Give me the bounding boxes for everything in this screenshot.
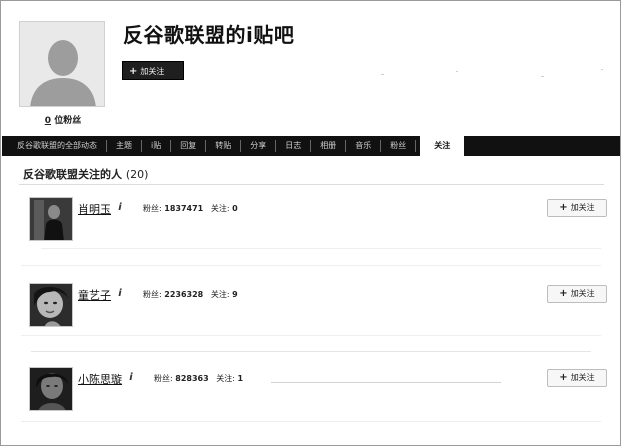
profile-avatar[interactable] [19, 21, 105, 107]
default-avatar-icon [20, 22, 104, 106]
scan-speck [541, 76, 544, 77]
fans-stat-label: 粉丝: [143, 290, 162, 299]
user-stats: 粉丝: 828363 关注: 1 [154, 373, 243, 384]
user-name-link[interactable]: 小陈思璇 [78, 371, 122, 387]
follow-user-button[interactable]: + 加关注 [547, 369, 607, 387]
divider [41, 248, 601, 249]
nav-item-topics[interactable]: 主题 [107, 140, 142, 152]
follow-user-button[interactable]: + 加关注 [547, 199, 607, 217]
user-avatar[interactable] [29, 197, 73, 241]
fans-stat-label: 粉丝: [154, 374, 173, 383]
follow-user-label: 加关注 [570, 373, 595, 382]
user-name-link[interactable]: 肖明玉 [78, 201, 111, 217]
nav-item-all-activity[interactable]: 反谷歌联盟的全部动态 [8, 140, 107, 152]
follow-user-label: 加关注 [570, 289, 595, 298]
plus-icon: + [559, 202, 568, 213]
list-item: 童艺子 i 粉丝: 2236328 关注: 9 + 加关注 [29, 283, 609, 329]
following-stat-value: 1 [237, 374, 244, 383]
scan-speck [601, 69, 603, 70]
info-icon[interactable]: i [115, 288, 125, 299]
fans-stat-value: 2236328 [164, 290, 204, 299]
info-icon[interactable]: i [115, 202, 125, 213]
nav-item-replies[interactable]: 回复 [171, 140, 207, 152]
divider [271, 382, 501, 383]
following-stat-label: 关注: [216, 374, 235, 383]
fans-label: 位粉丝 [54, 116, 82, 126]
plus-icon: + [559, 372, 568, 383]
page-frame: 0 位粉丝 反谷歌联盟的i贴吧 + 加关注 反谷歌联盟的全部动态 主题 i贴 回复… [0, 0, 621, 446]
nav-item-albums[interactable]: 相册 [311, 140, 347, 152]
nav-item-music[interactable]: 音乐 [346, 140, 382, 152]
follow-button[interactable]: + 加关注 [122, 61, 184, 80]
fans-stat-label: 粉丝: [143, 204, 162, 213]
section-title-text: 反谷歌联盟关注的人 [23, 168, 122, 181]
following-stat-label: 关注: [210, 290, 230, 299]
fans-stat-value: 1837471 [164, 204, 204, 213]
divider [19, 184, 604, 185]
scan-speck [456, 71, 458, 72]
following-stat-value: 9 [232, 290, 238, 299]
nav-item-reposts[interactable]: 转贴 [206, 140, 242, 152]
nav-item-i-posts[interactable]: i贴 [142, 140, 172, 152]
following-stat-label: 关注: [210, 204, 230, 213]
divider [21, 421, 601, 422]
info-icon[interactable]: i [126, 372, 136, 383]
divider [31, 351, 591, 352]
user-photo-icon [30, 198, 72, 240]
follow-user-button[interactable]: + 加关注 [547, 285, 607, 303]
fans-number[interactable]: 0 [45, 116, 51, 126]
list-item: 肖明玉 i 粉丝: 1837471 关注: 0 + 加关注 [29, 197, 609, 243]
list-item: 小陈思璇 i 粉丝: 828363 关注: 1 + 加关注 [29, 367, 609, 413]
section-count: (20) [125, 168, 149, 181]
divider [21, 265, 601, 266]
tab-following[interactable]: 关注 [420, 136, 465, 156]
fans-stat-value: 828363 [175, 374, 209, 383]
follow-button-label: 加关注 [140, 67, 165, 76]
nav-item-fans[interactable]: 粉丝 [381, 140, 417, 152]
section-title: 反谷歌联盟关注的人 (20) [23, 166, 148, 182]
plus-icon: + [559, 288, 568, 299]
user-avatar[interactable] [29, 283, 73, 327]
user-photo-icon [30, 368, 72, 410]
user-stats: 粉丝: 1837471 关注: 0 [143, 203, 238, 214]
following-stat-value: 0 [232, 204, 238, 213]
nav-item-blog[interactable]: 日志 [276, 140, 312, 152]
user-photo-icon [30, 284, 72, 326]
follow-user-label: 加关注 [570, 203, 595, 212]
user-stats: 粉丝: 2236328 关注: 9 [143, 289, 238, 300]
divider [21, 335, 601, 336]
nav-item-shares[interactable]: 分享 [241, 140, 277, 152]
user-avatar[interactable] [29, 367, 73, 411]
plus-icon: + [129, 66, 138, 77]
page-title: 反谷歌联盟的i贴吧 [123, 23, 295, 47]
scan-speck [381, 74, 384, 75]
profile-nav: 反谷歌联盟的全部动态 主题 i贴 回复 转贴 分享 日志 相册 音乐 粉丝 关注 [2, 136, 620, 156]
user-name-link[interactable]: 童艺子 [78, 287, 111, 303]
fans-count[interactable]: 0 位粉丝 [21, 113, 105, 126]
